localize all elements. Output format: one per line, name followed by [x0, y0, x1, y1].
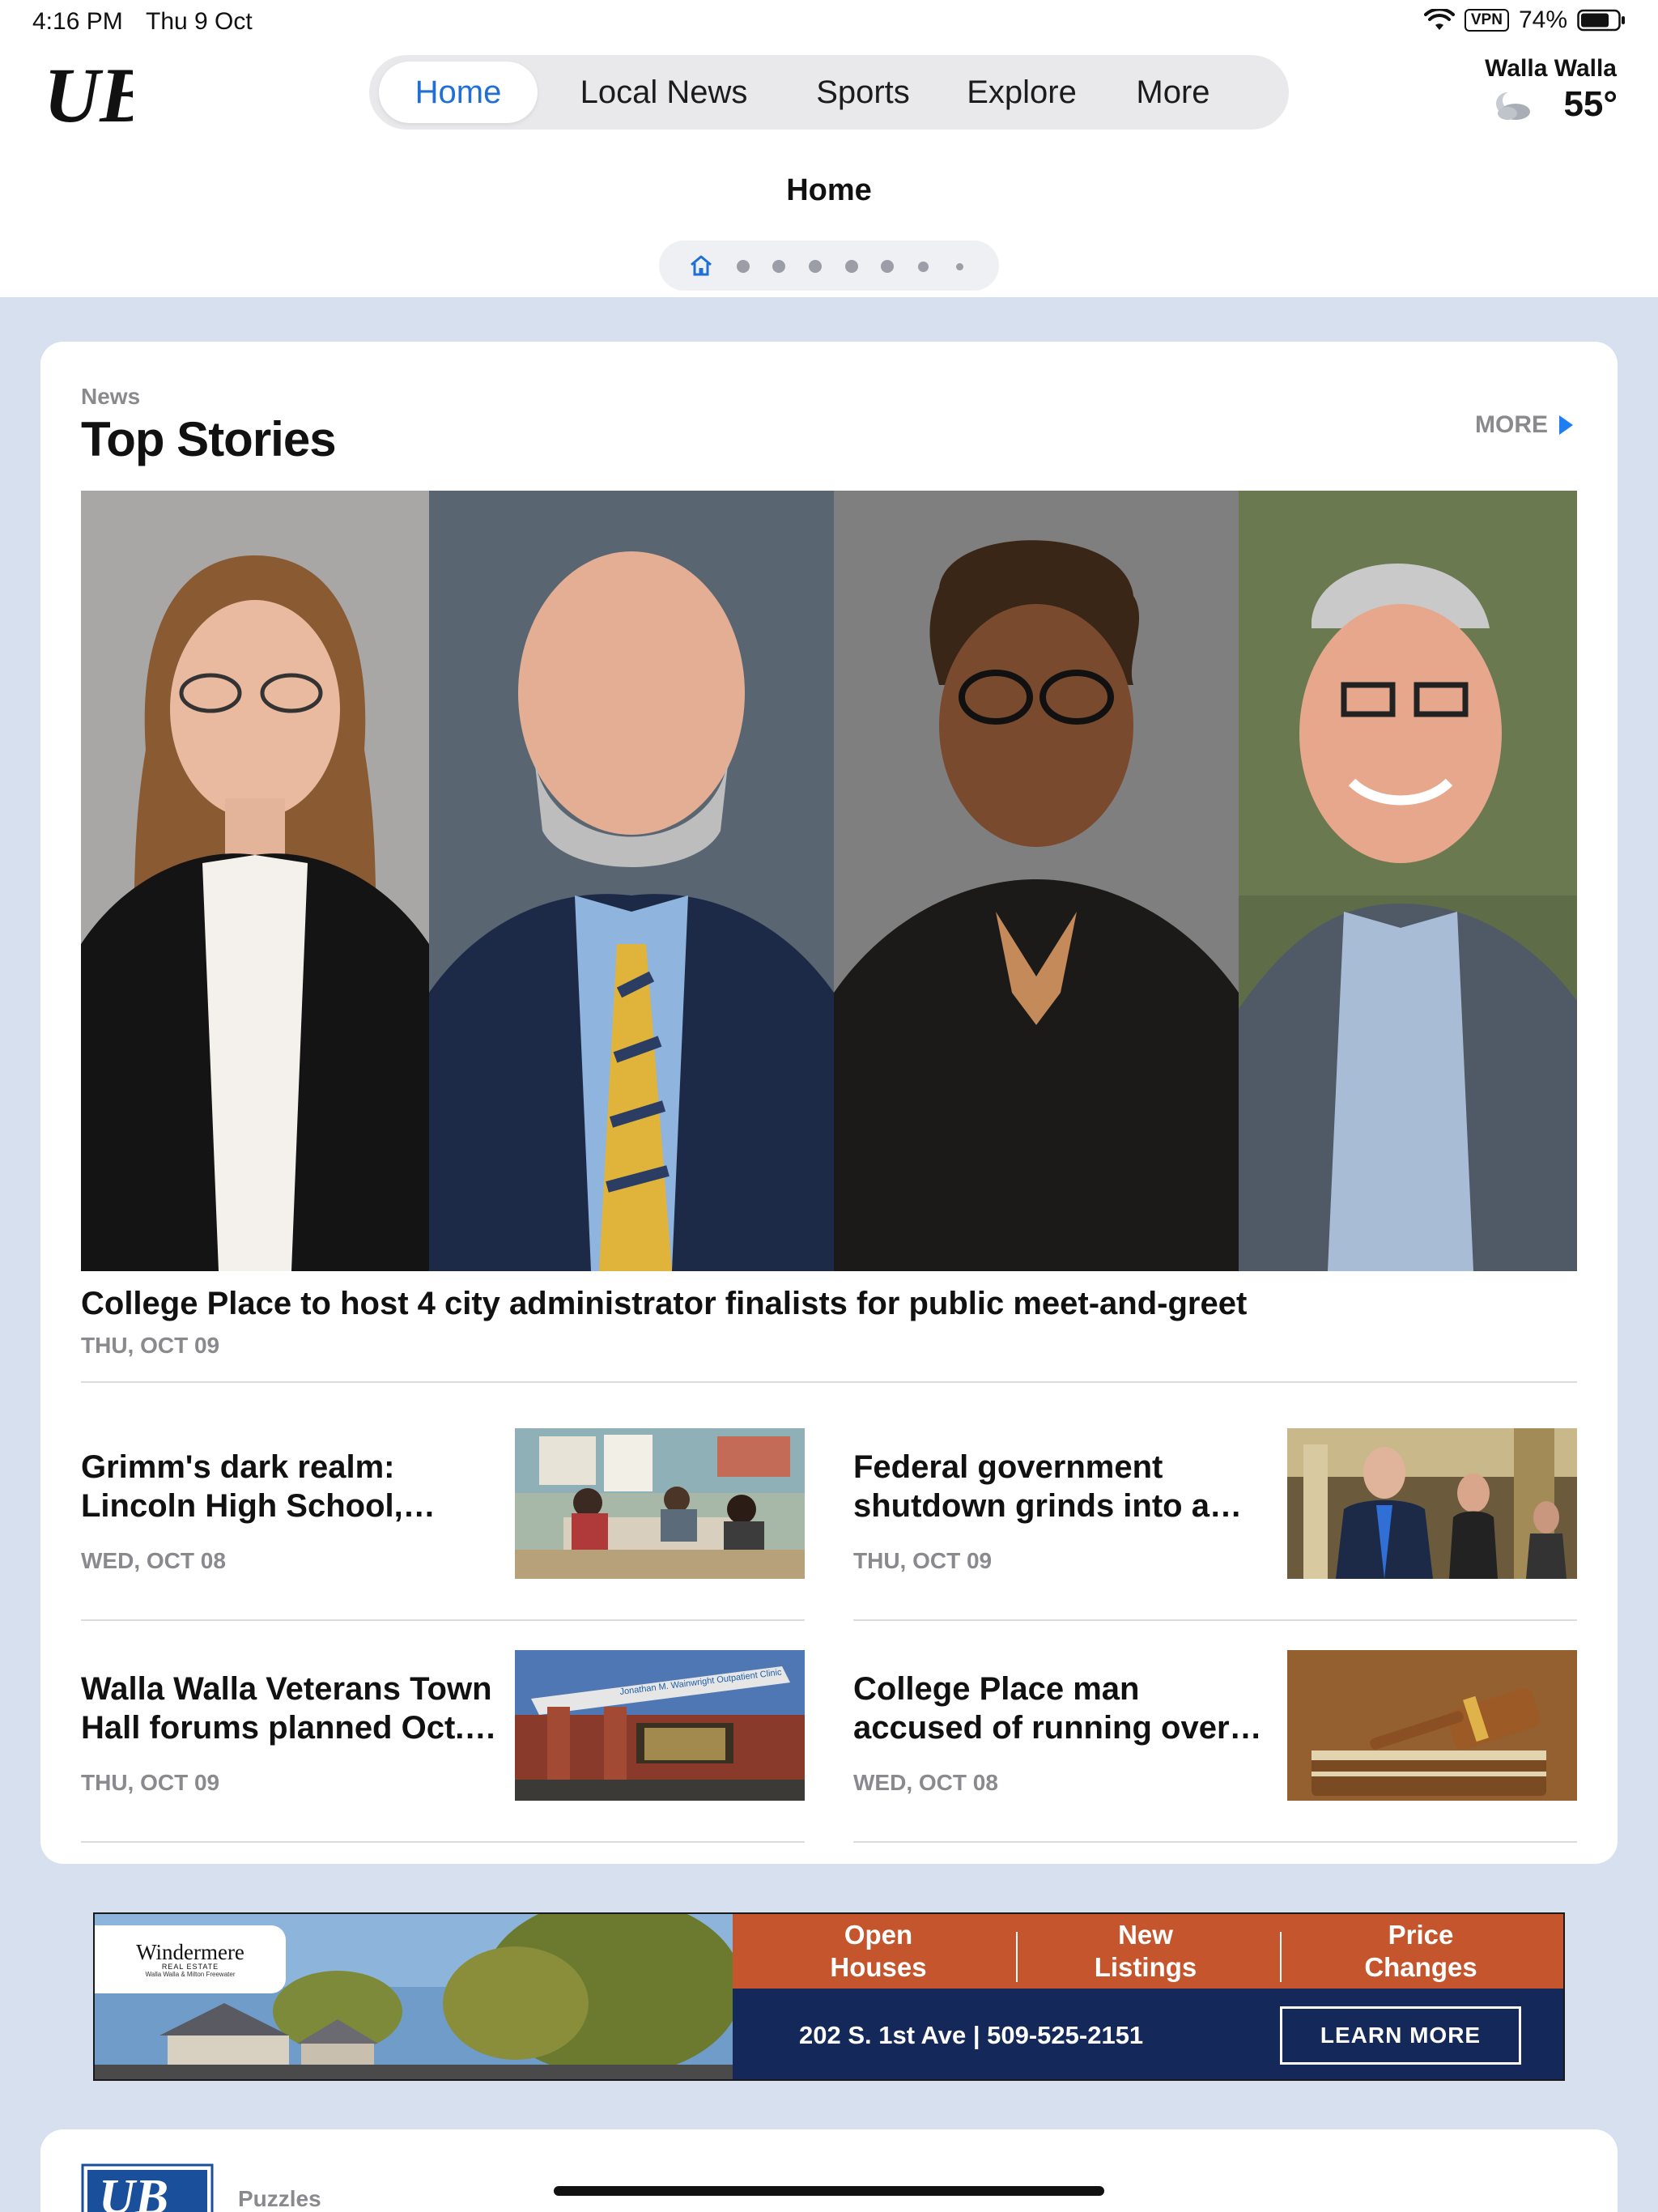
divider	[81, 1381, 1577, 1383]
story-date: THU, OCT 09	[853, 1548, 993, 1573]
divider	[1280, 1932, 1282, 1982]
tab-home[interactable]: Home	[379, 62, 538, 123]
story-card[interactable]: College Place man accused of running ove…	[853, 1650, 1577, 1843]
main-nav: Home Local News Sports Explore More	[369, 55, 1289, 130]
home-icon[interactable]	[688, 253, 714, 278]
story-date: WED, OCT 08	[81, 1548, 226, 1573]
divider	[81, 1841, 805, 1843]
home-indicator[interactable]	[554, 2186, 1104, 2196]
ad-info-bar: 202 S. 1st Ave | 509-525-2151 LEARN MORE	[733, 1989, 1563, 2079]
app-header: 4:16 PM Thu 9 Oct VPN 74% UB Home Local …	[0, 0, 1658, 297]
status-indicators: VPN 74%	[1423, 6, 1626, 34]
page-dot[interactable]	[881, 260, 894, 273]
tab-explore[interactable]: Explore	[949, 62, 1095, 123]
weather-city[interactable]: Walla Walla	[1485, 55, 1617, 83]
union-bulletin-logo: UB	[81, 2163, 214, 2212]
ad-brand-name: Windermere	[136, 1940, 244, 1964]
page-dot[interactable]	[845, 260, 858, 273]
tab-local-news[interactable]: Local News	[557, 62, 771, 123]
status-date: Thu 9 Oct	[146, 8, 253, 35]
ad-brand-tag: Walla Walla & Milton Freewater	[145, 1971, 236, 1978]
ad-address: 202 S. 1st Ave | 509-525-2151	[799, 2021, 1144, 2049]
story-thumbnail[interactable]	[515, 1428, 805, 1579]
story-title[interactable]: College Place man accused of running ove…	[853, 1670, 1274, 1747]
vpn-badge: VPN	[1464, 9, 1509, 32]
hero-story-date: THU, OCT 09	[81, 1333, 220, 1358]
learn-more-button[interactable]: LEARN MORE	[1280, 2006, 1521, 2065]
windermere-logo: Windermere REAL ESTATE Walla Walla & Mil…	[95, 1925, 286, 1993]
page-dot[interactable]	[956, 263, 963, 270]
more-link[interactable]: MORE	[1475, 411, 1574, 439]
more-label: MORE	[1475, 411, 1548, 438]
story-title[interactable]: Grimm's dark realm: Lincoln High School,…	[81, 1448, 502, 1525]
windermere-ad-banner[interactable]: Windermere REAL ESTATE Walla Walla & Mil…	[93, 1912, 1565, 2081]
story-thumbnail[interactable]	[1287, 1428, 1577, 1579]
ad-brand-sub: REAL ESTATE	[161, 1963, 219, 1971]
story-thumbnail[interactable]	[1287, 1650, 1577, 1801]
battery-percent: 74%	[1518, 6, 1567, 33]
divider	[853, 1619, 1577, 1621]
story-card[interactable]: Walla Walla Veterans Town Hall forums pl…	[81, 1650, 805, 1843]
ad-open-houses[interactable]: Open Houses	[781, 1919, 976, 1984]
top-stories-section: News Top Stories MORE College Place to h…	[40, 342, 1618, 1864]
page-dot[interactable]	[918, 262, 929, 272]
page-title: Home	[786, 173, 872, 207]
weather-temperature[interactable]: 55°	[1563, 84, 1618, 125]
divider	[853, 1841, 1577, 1843]
wifi-icon	[1423, 9, 1455, 30]
section-title: Top Stories	[81, 412, 337, 466]
triangle-right-icon	[1559, 415, 1573, 435]
puzzles-section: UB Puzzles	[40, 2129, 1618, 2212]
divider	[81, 1619, 805, 1621]
logo-text: UB	[99, 2170, 168, 2212]
union-bulletin-logo[interactable]: UB	[44, 53, 133, 130]
logo-text: UB	[44, 53, 133, 130]
status-bar: 4:16 PM Thu 9 Oct VPN 74%	[0, 0, 1658, 44]
hero-story-title[interactable]: College Place to host 4 city administrat…	[81, 1286, 1247, 1322]
story-thumbnail[interactable]: Jonathan M. Wainwright Outpatient Clinic	[515, 1650, 805, 1801]
page-dot[interactable]	[772, 260, 785, 273]
ad-new-listings[interactable]: New Listings	[1040, 1919, 1251, 1984]
story-card[interactable]: Grimm's dark realm: Lincoln High School,…	[81, 1428, 805, 1621]
section-kicker: Puzzles	[238, 2186, 321, 2211]
ad-price-changes[interactable]: Price Changes	[1316, 1919, 1526, 1984]
ad-links-bar: Open Houses New Listings Price Changes	[733, 1914, 1563, 1989]
page-dot[interactable]	[737, 260, 750, 273]
story-title[interactable]: Walla Walla Veterans Town Hall forums pl…	[81, 1670, 502, 1747]
story-date: WED, OCT 08	[853, 1770, 998, 1795]
story-card[interactable]: Federal government shutdown grinds into …	[853, 1428, 1577, 1621]
partly-cloudy-night-icon	[1496, 91, 1530, 120]
page-indicator[interactable]	[659, 240, 999, 291]
story-title[interactable]: Federal government shutdown grinds into …	[853, 1448, 1274, 1525]
tab-sports[interactable]: Sports	[798, 62, 928, 123]
hero-story-image[interactable]	[81, 491, 1577, 1271]
story-date: THU, OCT 09	[81, 1770, 220, 1795]
battery-icon	[1577, 9, 1625, 32]
divider	[1016, 1932, 1018, 1982]
tab-more[interactable]: More	[1114, 62, 1232, 123]
status-time: 4:16 PM	[32, 8, 123, 35]
section-kicker: News	[81, 384, 141, 409]
page-dot[interactable]	[809, 260, 822, 273]
